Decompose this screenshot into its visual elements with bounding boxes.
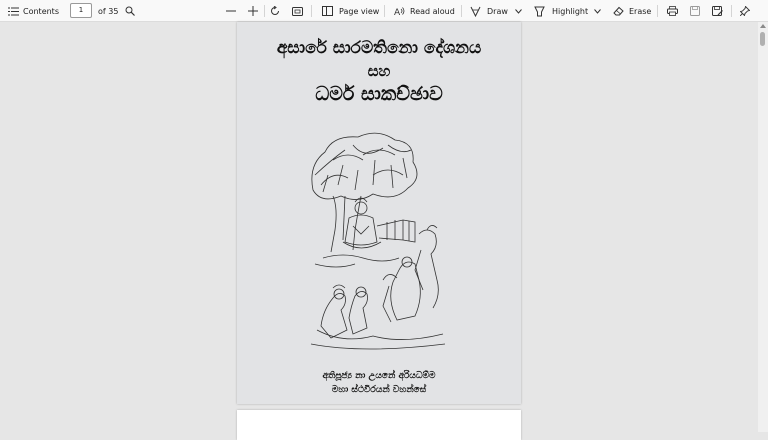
read-aloud-label: Read aloud (410, 6, 455, 16)
eraser-icon (613, 6, 624, 16)
cover-author-line-1: අතිපූජ්‍ය නා උයනේ අරියධම්ම (322, 371, 436, 381)
pdf-page-2 (237, 410, 521, 440)
zoom-out-button[interactable] (226, 0, 236, 22)
pdf-toolbar: Contents 1 of 35 Page view A Read aloud … (0, 0, 768, 22)
draw-button[interactable]: Draw (470, 0, 508, 22)
scroll-up-icon[interactable] (760, 24, 766, 28)
contents-button[interactable]: Contents (8, 0, 59, 22)
erase-button[interactable]: Erase (613, 0, 651, 22)
cover-author-line-2: මහා ස්ථවිරයන් වහන්සේ (331, 385, 427, 395)
pdf-page-1: අසාරේ සාරමතිනො දේශනය සහ ධර්ම සාකච්ඡාව අත… (237, 22, 521, 404)
scrollbar-thumb[interactable] (760, 32, 765, 46)
draw-icon (470, 6, 481, 17)
contents-label: Contents (23, 6, 59, 16)
fit-page-icon (292, 6, 303, 16)
draw-label: Draw (487, 6, 508, 16)
pin-toolbar-button[interactable] (740, 0, 750, 22)
print-icon (667, 6, 678, 16)
cover-title-line-2: සහ (367, 62, 391, 80)
cover-illustration (303, 130, 453, 359)
page-number-input[interactable]: 1 (70, 3, 92, 18)
chevron-down-icon (515, 8, 522, 14)
search-icon (125, 6, 135, 16)
page-total: of 35 (98, 6, 119, 16)
save-as-button[interactable] (712, 0, 723, 22)
page-view-button[interactable]: Page view (322, 0, 379, 22)
rotate-icon (270, 6, 280, 16)
rotate-button[interactable] (270, 0, 280, 22)
cover-title-line-3: ධර්ම සාකච්ඡාව (315, 83, 443, 105)
pin-icon (740, 6, 750, 16)
read-aloud-icon: A (394, 6, 405, 16)
page-view-icon (322, 6, 333, 16)
save-as-icon (712, 6, 723, 16)
search-button[interactable] (125, 0, 135, 22)
print-button[interactable] (667, 0, 678, 22)
save-button[interactable] (690, 0, 700, 22)
zoom-out-icon (226, 6, 236, 16)
zoom-in-icon (248, 6, 258, 16)
highlight-button[interactable]: Highlight (534, 0, 588, 22)
chevron-down-icon (594, 8, 601, 14)
draw-options-button[interactable] (515, 0, 522, 22)
contents-icon (8, 7, 19, 16)
cover-title-line-1: අසාරේ සාරමතිනො දේශනය (276, 38, 482, 58)
erase-label: Erase (629, 6, 652, 16)
vertical-scrollbar[interactable] (758, 22, 768, 432)
save-icon (690, 6, 700, 16)
highlight-options-button[interactable] (594, 0, 601, 22)
page-view-label: Page view (339, 6, 380, 16)
read-aloud-button[interactable]: A Read aloud (394, 0, 455, 22)
svg-text:A: A (394, 8, 401, 16)
fit-page-button[interactable] (292, 0, 303, 22)
highlight-icon (534, 6, 545, 17)
zoom-in-button[interactable] (248, 0, 258, 22)
highlight-label: Highlight (552, 6, 589, 16)
